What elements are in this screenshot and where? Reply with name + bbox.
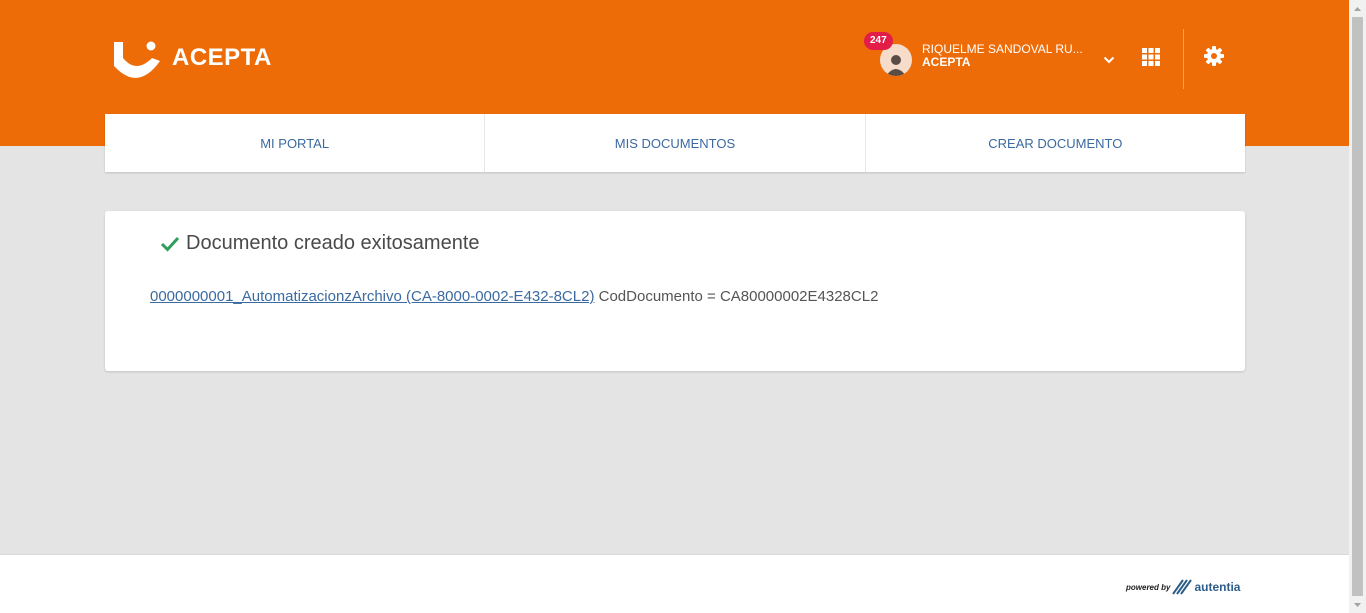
scroll-up-icon[interactable]	[1349, 0, 1366, 17]
apps-grid-icon[interactable]	[1140, 46, 1162, 68]
user-menu[interactable]: 247 RIQUELME SANDOVAL RU... ACEPTA	[864, 32, 1115, 78]
vertical-scrollbar[interactable]	[1349, 0, 1366, 613]
logo[interactable]: ACEPTA	[108, 34, 272, 82]
powered-by-label: powered by	[1126, 582, 1171, 592]
document-link[interactable]: 0000000001_AutomatizacionzArchivo (CA-80…	[150, 288, 594, 305]
notification-badge[interactable]: 247	[864, 32, 893, 50]
tab-mis-documentos[interactable]: MIS DOCUMENTOS	[485, 114, 866, 172]
vendor-name: autentia	[1194, 580, 1241, 594]
gear-icon[interactable]	[1202, 44, 1226, 68]
tab-crear-documento[interactable]: CREAR DOCUMENTO	[866, 114, 1245, 172]
avatar-wrapper: 247	[864, 32, 914, 78]
scroll-thumb[interactable]	[1352, 17, 1363, 596]
success-message: Documento creado exitosamente	[160, 232, 480, 255]
acepta-logo-icon	[114, 41, 160, 78]
header-divider	[1183, 29, 1184, 89]
main-nav: MI PORTAL MIS DOCUMENTOS CREAR DOCUMENTO	[105, 114, 1245, 172]
user-avatar-icon	[886, 55, 906, 76]
success-text: Documento creado exitosamente	[186, 232, 480, 254]
check-icon	[160, 236, 180, 252]
powered-by-autentia[interactable]: powered by autentia	[1126, 577, 1240, 597]
brand-name: ACEPTA	[172, 44, 272, 71]
autentia-logo-icon	[1172, 579, 1193, 595]
scroll-down-icon[interactable]	[1349, 596, 1366, 613]
chevron-down-icon[interactable]	[1103, 56, 1115, 64]
result-card: Documento creado exitosamente 0000000001…	[105, 211, 1245, 371]
footer: powered by autentia	[0, 554, 1349, 613]
document-code: CodDocumento = CA80000002E4328CL2	[598, 288, 879, 305]
user-org: ACEPTA	[922, 55, 971, 69]
user-info[interactable]: RIQUELME SANDOVAL RU... ACEPTA	[922, 43, 1083, 69]
document-info: 0000000001_AutomatizacionzArchivo (CA-80…	[150, 288, 878, 305]
tab-mi-portal[interactable]: MI PORTAL	[105, 114, 486, 172]
